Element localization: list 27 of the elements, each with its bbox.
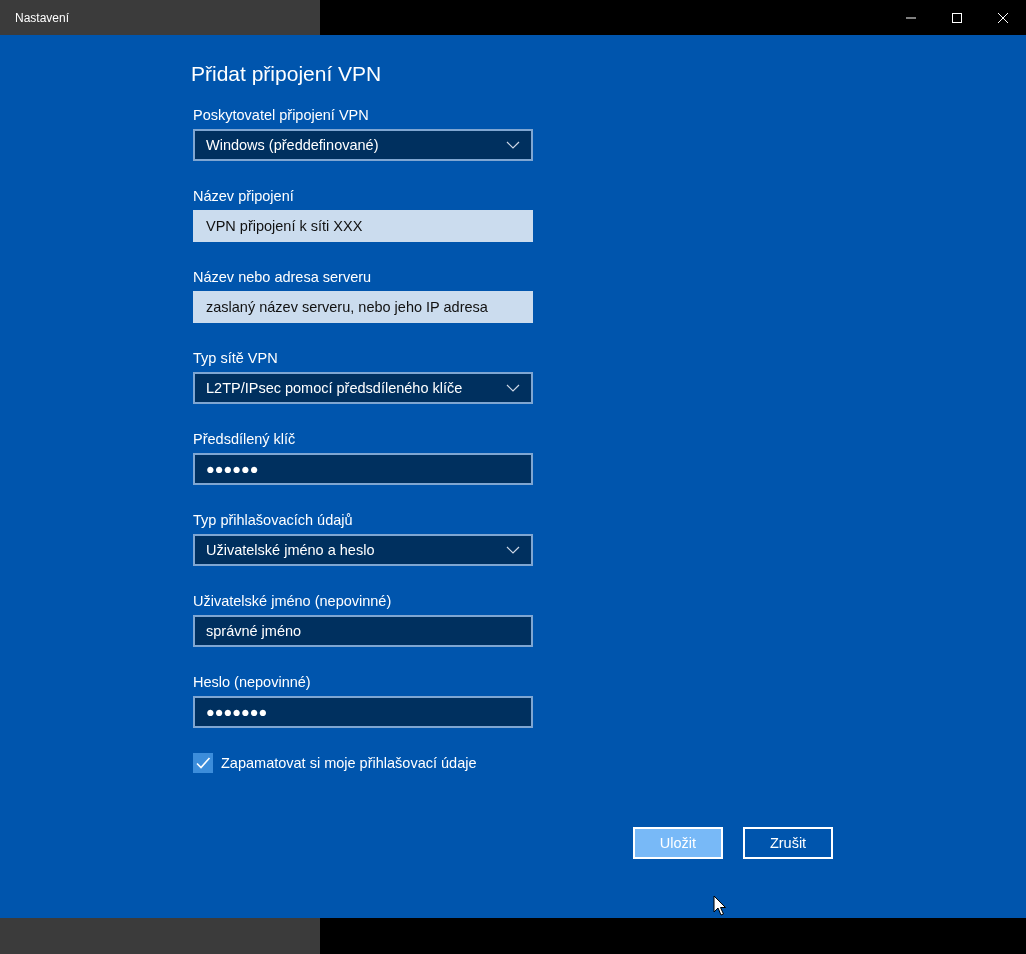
mouse-cursor-icon (713, 895, 727, 917)
dropdown[interactable]: L2TP/IPsec pomocí předsdíleného klíče (193, 372, 533, 404)
close-icon (997, 11, 1009, 24)
dropdown[interactable]: Uživatelské jméno a heslo (193, 534, 533, 566)
field-label: Uživatelské jméno (nepovinné) (193, 592, 393, 611)
input-field[interactable]: ●●●●●●● (193, 696, 533, 728)
field-label: Typ přihlašovacích údajů (193, 511, 354, 530)
dropdown[interactable]: Windows (předdefinované) (193, 129, 533, 161)
maximize-icon (951, 11, 963, 24)
field-label: Předsdílený klíč (193, 430, 297, 449)
input-field[interactable]: VPN připojení k síti XXX (193, 210, 533, 242)
input-field[interactable]: ●●●●●● (193, 453, 533, 485)
field-label: Název připojení (193, 187, 295, 206)
field-label: Poskytovatel připojení VPN (193, 106, 370, 125)
input-field[interactable]: správné jméno (193, 615, 533, 647)
chevron-down-icon (506, 384, 520, 392)
field-label: Heslo (nepovinné) (193, 673, 312, 692)
field-label: Název nebo adresa serveru (193, 268, 373, 287)
field-label: Typ sítě VPN (193, 349, 279, 368)
window-title: Nastavení (15, 10, 70, 25)
checkbox-label[interactable]: Zapamatovat si moje přihlašovací údaje (221, 755, 477, 771)
chevron-down-icon (506, 546, 520, 554)
page-heading: Přidat připojení VPN (191, 61, 383, 87)
checkbox[interactable] (193, 753, 213, 773)
dialog-button[interactable]: Zrušit (743, 827, 833, 859)
input-field[interactable]: zaslaný název serveru, nebo jeho IP adresa (193, 291, 533, 323)
chevron-down-icon (506, 141, 520, 149)
